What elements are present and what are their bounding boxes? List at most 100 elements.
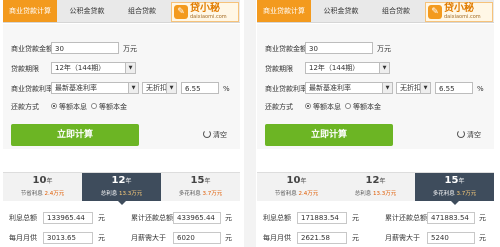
chevron-down-icon: ▼ — [382, 83, 392, 93]
tab-provident-fund-loan[interactable]: 公积金贷款 — [312, 0, 370, 22]
term-desc-label: 总利息 — [100, 191, 118, 197]
chevron-down-icon: ▼ — [128, 83, 138, 93]
tab-combined-loan[interactable]: 组合贷款 — [371, 0, 421, 22]
amount-row: 商业贷款金额 30 万元 — [3, 42, 240, 56]
term-year: 12 — [365, 175, 380, 186]
term-year: 15 — [444, 175, 459, 186]
interest-unit: 元 — [98, 214, 105, 222]
term-desc-label: 多花利息 — [178, 191, 201, 197]
rate-input[interactable]: 6.55 — [435, 82, 473, 94]
interest-value: 171883.54 — [297, 212, 347, 224]
rate-type-value: 最新基准利率 — [55, 84, 97, 92]
tab-commercial-loan[interactable]: 商业贷款计算 — [3, 0, 57, 22]
term-option-12[interactable]: 12年 总利息 13.3万元 — [82, 173, 161, 205]
rate-unit: % — [477, 85, 484, 93]
chevron-down-icon: ▼ — [166, 83, 176, 93]
tab-combined-loan[interactable]: 组合贷款 — [117, 0, 167, 22]
term-desc-value: 3.7万元 — [202, 191, 223, 197]
total-label: 累计还款总额 — [385, 214, 427, 222]
income-label: 月薪需大于 — [385, 234, 420, 242]
refresh-icon — [457, 130, 465, 138]
term-option-12[interactable]: 12年 总利息 13.3万元 — [336, 173, 415, 201]
repay-row: 还款方式 等额本息 等额本金 — [257, 100, 494, 114]
term-desc-value: 2.4万元 — [298, 191, 319, 197]
term-year-unit: 年 — [204, 178, 211, 185]
term-select[interactable]: 12年（144期） ▼ — [51, 62, 136, 74]
term-select-value: 12年（144期） — [55, 64, 106, 72]
clear-button[interactable]: 清空 — [203, 129, 227, 141]
term-year-unit: 年 — [300, 178, 307, 185]
radio-equal-interest[interactable] — [305, 103, 311, 109]
monthly-unit: 元 — [352, 234, 359, 242]
interest-label: 利息总额 — [9, 214, 37, 222]
logo-subtext: daixiaomi.com — [444, 14, 481, 20]
rate-type-value: 最新基准利率 — [309, 84, 351, 92]
term-select[interactable]: 12年（144期） ▼ — [305, 62, 390, 74]
rate-label: 商业贷款利率 — [265, 85, 307, 93]
monthly-label: 每月月供 — [263, 234, 291, 242]
term-desc-label: 节省利息 — [274, 191, 297, 197]
calculator-panel-right: 商业贷款计算 公积金贷款 组合贷款 ✎ 贷小秘 daixiaomi.com 商业… — [257, 0, 494, 247]
rate-row: 商业贷款利率 最新基准利率 ▼ 无折扣 ▼ 6.55 % — [3, 82, 240, 96]
calculate-button[interactable]: 立即计算 — [11, 124, 139, 146]
term-compare: 10年 节省利息 2.4万元 12年 总利息 13.3万元 15年 多花利息 3… — [3, 172, 240, 205]
radio-equal-principal-label: 等额本金 — [353, 103, 381, 111]
radio-equal-principal-label: 等额本金 — [99, 103, 127, 111]
loan-form: 商业贷款金额 30 万元 贷款期限 12年（144期） ▼ 商业贷款利率 最新基… — [257, 24, 494, 149]
discount-select[interactable]: 无折扣 ▼ — [396, 82, 431, 94]
amount-input[interactable]: 30 — [305, 42, 373, 54]
term-option-10[interactable]: 10年 节省利息 2.4万元 — [257, 173, 336, 201]
amount-label: 商业贷款金额 — [11, 45, 53, 53]
radio-equal-principal[interactable] — [91, 103, 97, 109]
total-unit: 元 — [479, 214, 486, 222]
term-year: 15 — [190, 175, 205, 186]
refresh-icon — [203, 130, 211, 138]
loan-form: 商业贷款金额 30 万元 贷款期限 12年（144期） ▼ 商业贷款利率 最新基… — [3, 24, 240, 149]
divider — [244, 0, 256, 247]
monthly-label: 每月月供 — [9, 234, 37, 242]
clear-label: 清空 — [467, 131, 481, 139]
rate-type-select[interactable]: 最新基准利率 ▼ — [51, 82, 139, 94]
term-desc-value: 13.3万元 — [119, 191, 143, 197]
monthly-value: 2621.58 — [297, 232, 347, 244]
term-option-10[interactable]: 10年 节省利息 2.4万元 — [3, 173, 82, 201]
radio-equal-interest[interactable] — [51, 103, 57, 109]
chevron-down-icon: ▼ — [125, 63, 135, 73]
repay-label: 还款方式 — [265, 103, 293, 111]
rate-unit: % — [223, 85, 230, 93]
term-option-15[interactable]: 15年 多花利息 3.7万元 — [415, 173, 494, 205]
result-row-2: 每月月供 2621.58 元 月薪需大于 5240 元 — [257, 230, 494, 246]
income-value: 6020 — [173, 232, 221, 244]
monthly-value: 3013.65 — [43, 232, 93, 244]
tab-provident-fund-loan[interactable]: 公积金贷款 — [58, 0, 116, 22]
amount-unit: 万元 — [377, 45, 391, 53]
rate-type-select[interactable]: 最新基准利率 ▼ — [305, 82, 393, 94]
chevron-down-icon: ▼ — [420, 83, 430, 93]
discount-select[interactable]: 无折扣 ▼ — [142, 82, 177, 94]
term-desc-label: 多花利息 — [432, 191, 455, 197]
income-unit: 元 — [225, 234, 232, 242]
radio-equal-principal[interactable] — [345, 103, 351, 109]
discount-value: 无折扣 — [400, 84, 421, 92]
term-desc-label: 总利息 — [354, 191, 372, 197]
term-option-15[interactable]: 15年 多花利息 3.7万元 — [161, 173, 240, 201]
calculate-button[interactable]: 立即计算 — [265, 124, 393, 146]
interest-value: 133965.44 — [43, 212, 93, 224]
term-desc-value: 13.3万元 — [373, 191, 397, 197]
logo-icon: ✎ — [428, 5, 442, 19]
calculator-panel-left: 商业贷款计算 公积金贷款 组合贷款 ✎ 贷小秘 daixiaomi.com 商业… — [3, 0, 240, 247]
rate-label: 商业贷款利率 — [11, 85, 53, 93]
income-unit: 元 — [479, 234, 486, 242]
term-row: 贷款期限 12年（144期） ▼ — [257, 62, 494, 76]
radio-equal-interest-label: 等额本息 — [59, 103, 87, 111]
tab-bar: 商业贷款计算 公积金贷款 组合贷款 ✎ 贷小秘 daixiaomi.com — [257, 0, 494, 23]
clear-button[interactable]: 清空 — [457, 129, 481, 141]
term-year-unit: 年 — [458, 178, 465, 185]
term-desc-value: 3.7万元 — [456, 191, 477, 197]
term-year-unit: 年 — [125, 178, 132, 185]
amount-input[interactable]: 30 — [51, 42, 119, 54]
rate-input[interactable]: 6.55 — [181, 82, 219, 94]
tab-commercial-loan[interactable]: 商业贷款计算 — [257, 0, 311, 22]
clear-label: 清空 — [213, 131, 227, 139]
repay-row: 还款方式 等额本息 等额本金 — [3, 100, 240, 114]
